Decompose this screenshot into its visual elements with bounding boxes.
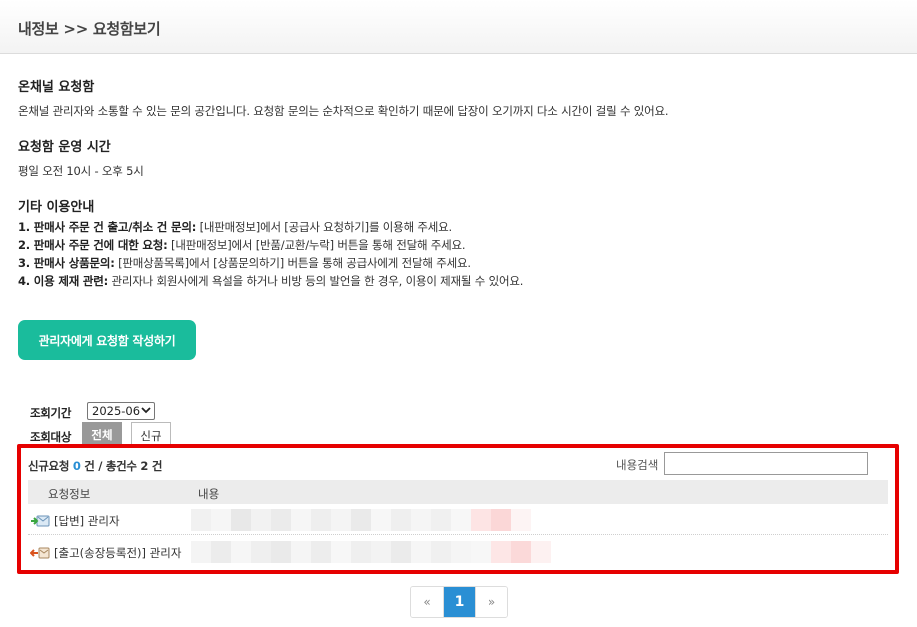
- next-page-button[interactable]: »: [475, 587, 507, 617]
- page-header: 내정보 >> 요청함보기: [0, 0, 917, 54]
- pagination: « 1 »: [410, 586, 508, 618]
- total-count: 2: [140, 459, 149, 473]
- row-author: 관리자: [149, 546, 182, 560]
- summary-unit: 건: [151, 459, 163, 473]
- guide-title: 기타 이용안내: [18, 200, 95, 215]
- guide-item-text: [내판매정보]에서 [반품/교환/누락] 버튼을 통해 전달해 주세요.: [167, 238, 466, 252]
- new-request-count: 0: [72, 459, 81, 473]
- row-request-info: [출고(송장등록전)] 관리자: [29, 545, 182, 561]
- period-value: 2025-06: [92, 404, 141, 418]
- guide-item: 1. 판매사 주문 건 출고/취소 건 문의: [내판매정보]에서 [공급사 요…: [18, 219, 452, 235]
- guide-item-label: 4. 이용 제재 관련:: [18, 274, 109, 288]
- table-row[interactable]: [출고(송장등록전)] 관리자: [28, 537, 888, 567]
- table-row[interactable]: [답변] 관리자: [28, 505, 888, 535]
- guide-item-text: [판매상품목록]에서 [상품문의하기] 버튼을 통해 공급사에게 전달해 주세요…: [114, 256, 471, 270]
- write-request-button[interactable]: 관리자에게 요청함 작성하기: [18, 320, 196, 360]
- row-content-redacted: [191, 541, 551, 563]
- row-tag: [답변]: [54, 514, 85, 528]
- hours-title: 요청함 운영 시간: [18, 140, 111, 155]
- target-label: 조회대상: [30, 430, 72, 444]
- row-divider: [28, 534, 888, 535]
- search-label: 내용검색: [616, 458, 659, 472]
- row-author: 관리자: [87, 514, 120, 528]
- prev-page-button[interactable]: «: [411, 587, 443, 617]
- row-content-redacted: [191, 509, 531, 531]
- page-1-button[interactable]: 1: [443, 587, 475, 617]
- row-tag: [출고(송장등록전)]: [54, 546, 147, 560]
- summary-separator: 건 / 총건수: [84, 459, 137, 473]
- hours-text: 평일 오전 10시 - 오후 5시: [18, 164, 144, 178]
- chevron-down-icon: [141, 405, 151, 418]
- guide-item-label: 2. 판매사 주문 건에 대한 요청:: [18, 238, 168, 252]
- shipping-return-icon: [29, 546, 50, 560]
- guide-item-text: [내판매정보]에서 [공급사 요청하기]를 이용해 주세요.: [196, 220, 453, 234]
- guide-item: 3. 판매사 상품문의: [판매상품목록]에서 [상품문의하기] 버튼을 통해 …: [18, 255, 471, 271]
- column-content: 내용: [198, 487, 220, 501]
- column-request-info: 요청정보: [48, 487, 91, 501]
- intro-description: 온채널 관리자와 소통할 수 있는 문의 공간입니다. 요청함 문의는 순차적으…: [18, 104, 669, 118]
- search-input[interactable]: [664, 452, 868, 475]
- guide-item: 2. 판매사 주문 건에 대한 요청: [내판매정보]에서 [반품/교환/누락]…: [18, 237, 466, 253]
- guide-item: 4. 이용 제재 관련: 관리자나 회원사에게 욕설을 하거나 비방 등의 발언…: [18, 273, 523, 289]
- table-header: 요청정보 내용: [28, 480, 888, 504]
- new-request-label: 신규요청: [28, 459, 70, 473]
- reply-arrow-icon: [30, 514, 50, 528]
- row-request-info: [답변] 관리자: [30, 513, 120, 529]
- period-select[interactable]: 2025-06: [87, 402, 155, 420]
- guide-item-label: 3. 판매사 상품문의:: [18, 256, 115, 270]
- request-summary: 신규요청 0 건 / 총건수 2 건: [28, 458, 162, 474]
- period-label: 조회기간: [30, 406, 72, 420]
- guide-item-label: 1. 판매사 주문 건 출고/취소 건 문의:: [18, 220, 197, 234]
- intro-title: 온채널 요청함: [18, 80, 95, 95]
- guide-item-text: 관리자나 회원사에게 욕설을 하거나 비방 등의 발언을 한 경우, 이용이 제…: [108, 274, 524, 288]
- page-title: 내정보 >> 요청함보기: [18, 20, 161, 38]
